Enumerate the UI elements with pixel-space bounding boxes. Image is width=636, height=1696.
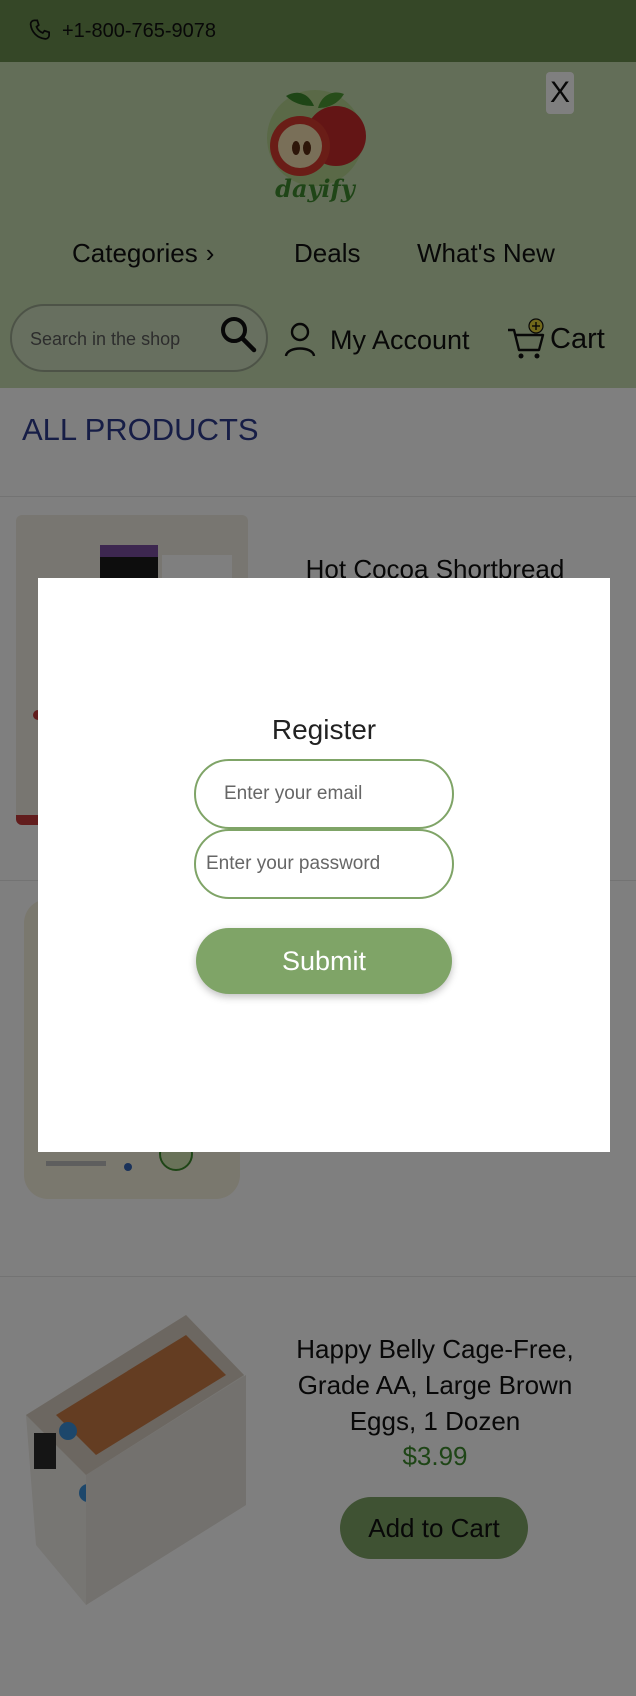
search-input[interactable] — [30, 322, 205, 356]
cart-link[interactable]: Cart — [506, 316, 605, 362]
top-contact-bar: +1-800-765-9078 — [0, 0, 636, 62]
user-icon — [284, 322, 316, 357]
nav-categories[interactable]: Categories › — [72, 238, 214, 269]
cart-label: Cart — [550, 322, 605, 355]
add-to-cart-button[interactable]: Add to Cart — [340, 1497, 528, 1559]
product-card: Happy Belly Cage-Free, Grade AA, Large B… — [0, 1276, 636, 1686]
submit-button[interactable]: Submit — [196, 928, 452, 994]
password-field[interactable] — [194, 829, 454, 899]
account-link[interactable]: My Account — [284, 320, 470, 360]
search-icon[interactable] — [218, 314, 258, 354]
account-label: My Account — [330, 324, 470, 355]
site-header: dayify X Categories› Deals What's New My… — [0, 62, 636, 388]
product-price: $3.99 — [402, 1441, 468, 1471]
close-button[interactable]: X — [546, 72, 574, 114]
modal-title: Register — [271, 714, 377, 745]
main-nav: Categories › Deals What's New — [0, 238, 636, 288]
phone-number[interactable]: +1-800-765-9078 — [62, 20, 216, 43]
product-image[interactable] — [16, 1305, 248, 1617]
chevron-right-icon: › — [205, 238, 215, 268]
brand-name: dayify — [275, 174, 355, 203]
nav-whats-new[interactable]: What's New — [417, 238, 555, 269]
register-modal: Register Submit — [38, 578, 610, 1152]
product-name[interactable]: Happy Belly Cage-Free, Grade AA, Large B… — [270, 1331, 600, 1439]
search-box — [10, 304, 268, 372]
nav-categories-label: Categories — [72, 238, 198, 268]
cart-icon — [508, 318, 545, 359]
page-title: ALL PRODUCTS — [22, 412, 259, 447]
nav-deals[interactable]: Deals — [294, 238, 360, 269]
email-field[interactable] — [194, 759, 454, 829]
phone-icon — [29, 19, 50, 40]
